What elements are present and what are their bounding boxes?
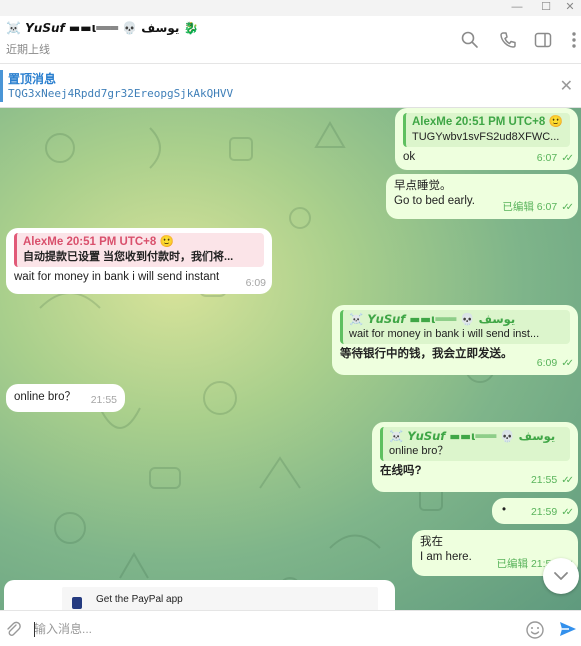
reply-quote[interactable]: AlexMe 20:51 PM UTC+8 🙂 自动提款已设置 当您收到付款时，… (14, 233, 264, 267)
message-time: 6:07 (536, 152, 558, 164)
reply-quote[interactable]: ☠️ 𝙔𝙪𝙎𝙪𝙛 ▬▬ι═══ 💀 يوسف online bro？ (380, 427, 570, 461)
message-text-line: 我在 (420, 536, 443, 548)
double-check-icon: ✓✓ (561, 153, 574, 164)
text-caret (34, 622, 35, 637)
message-time: 21:55 (90, 394, 117, 406)
message-text: wait for money in bank i will send insta… (14, 271, 220, 283)
reply-text: 自动提款已设置 当您收到付款时，我们将... (23, 251, 234, 263)
message-meta: 6:07 ✓✓ (536, 151, 574, 166)
message-text-line: 早点睡觉。 (394, 180, 452, 192)
close-icon[interactable]: ✕ (556, 0, 581, 16)
attach-icon[interactable] (4, 620, 22, 638)
emoji-icon[interactable] (525, 620, 545, 640)
pinned-text[interactable]: TQG3xNeej4Rpdd7gr32EreopgSjkAkQHVV (8, 87, 233, 100)
chat-title[interactable]: ☠️ 𝙔𝙪𝙎𝙪𝙛 ▬▬ι═══ 💀 يوسف 🐉 (6, 21, 199, 35)
message-incoming[interactable]: online bro？ 21:55 (6, 384, 125, 412)
reply-author: ☠️ 𝙔𝙪𝙎𝙪𝙛 ▬▬ι═══ 💀 يوسف (349, 312, 516, 326)
message-text: 等待银行中的钱，我会立即发送。 (340, 348, 513, 360)
message-outgoing[interactable]: ☠️ 𝙔𝙪𝙎𝙪𝙛 ▬▬ι═══ 💀 يوسف wait for money in… (332, 305, 578, 375)
message-meta: 21:59 ✓✓ (530, 505, 574, 520)
message-outgoing[interactable]: AlexMe 20:51 PM UTC+8 🙂 TUGYwbv1svFS2ud8… (395, 108, 578, 170)
link-preview[interactable]: Get the PayPal app (62, 587, 378, 611)
reply-text: TUGYwbv1svFS2ud8XFWC... (412, 131, 560, 143)
reply-text: wait for money in bank i will send inst.… (349, 328, 540, 340)
double-check-icon: ✓✓ (561, 507, 574, 518)
message-meta: 已编辑 6:07 ✓✓ (502, 200, 574, 215)
pinned-indicator (0, 70, 3, 102)
search-icon[interactable] (460, 30, 480, 50)
reply-author: AlexMe 20:51 PM UTC+8 🙂 (412, 116, 563, 128)
pinned-message-bar[interactable]: 置顶消息 TQG3xNeej4Rpdd7gr32EreopgSjkAkQHVV … (0, 64, 581, 108)
edited-label: 已编辑 (496, 558, 529, 570)
close-icon[interactable]: ✕ (560, 76, 573, 96)
minimize-icon[interactable]: — (503, 0, 531, 16)
message-time: 21:55 (530, 474, 558, 486)
edited-label: 已编辑 (502, 201, 534, 213)
double-check-icon: ✓✓ (561, 358, 574, 369)
reply-quote[interactable]: ☠️ 𝙔𝙪𝙎𝙪𝙛 ▬▬ι═══ 💀 يوسف wait for money in… (340, 310, 570, 344)
paypal-icon (72, 597, 82, 609)
message-incoming[interactable]: AlexMe 20:51 PM UTC+8 🙂 自动提款已设置 当您收到付款时，… (6, 228, 272, 294)
reply-author: AlexMe 20:51 PM UTC+8 🙂 (23, 236, 174, 248)
chat-status: 近期上线 (6, 44, 50, 56)
send-icon[interactable] (558, 619, 578, 639)
message-time: 6:09 (536, 357, 558, 369)
more-vertical-icon[interactable] (564, 30, 581, 50)
pinned-title: 置顶消息 (8, 72, 57, 86)
message-meta: 21:55 ✓✓ (530, 473, 574, 488)
message-time: 21:59 (530, 506, 558, 518)
message-composer (0, 610, 581, 646)
double-check-icon: ✓✓ (561, 475, 574, 486)
reply-text: online bro？ (389, 445, 449, 457)
message-outgoing[interactable]: • 21:59 ✓✓ (492, 498, 578, 524)
chat-header: ☠️ 𝙔𝙪𝙎𝙪𝙛 ▬▬ι═══ 💀 يوسف 🐉 近期上线 (0, 16, 581, 64)
message-meta: 6:09 ✓✓ (536, 356, 574, 371)
sidebar-icon[interactable] (533, 30, 553, 50)
message-time: 6:07 (536, 201, 558, 213)
message-outgoing[interactable]: ☠️ 𝙔𝙪𝙎𝙪𝙛 ▬▬ι═══ 💀 يوسف online bro？ 在线吗? … (372, 422, 578, 492)
reply-author: ☠️ 𝙔𝙪𝙎𝙪𝙛 ▬▬ι═══ 💀 يوسف (389, 429, 556, 443)
message-outgoing[interactable]: 早点睡觉。 Go to bed early. 已编辑 6:07 ✓✓ (386, 174, 578, 219)
phone-icon[interactable] (498, 30, 518, 50)
link-preview-title: Get the PayPal app (96, 594, 183, 605)
chevron-down-icon (554, 572, 568, 580)
message-input[interactable] (34, 619, 504, 639)
window-titlebar: — ☐ ✕ (0, 0, 581, 16)
scroll-down-button[interactable] (543, 558, 579, 594)
double-check-icon: ✓✓ (561, 202, 574, 213)
chat-history[interactable]: AlexMe 20:51 PM UTC+8 🙂 TUGYwbv1svFS2ud8… (0, 108, 581, 610)
message-time: 6:09 (245, 277, 266, 289)
reply-quote[interactable]: AlexMe 20:51 PM UTC+8 🙂 TUGYwbv1svFS2ud8… (403, 113, 570, 147)
